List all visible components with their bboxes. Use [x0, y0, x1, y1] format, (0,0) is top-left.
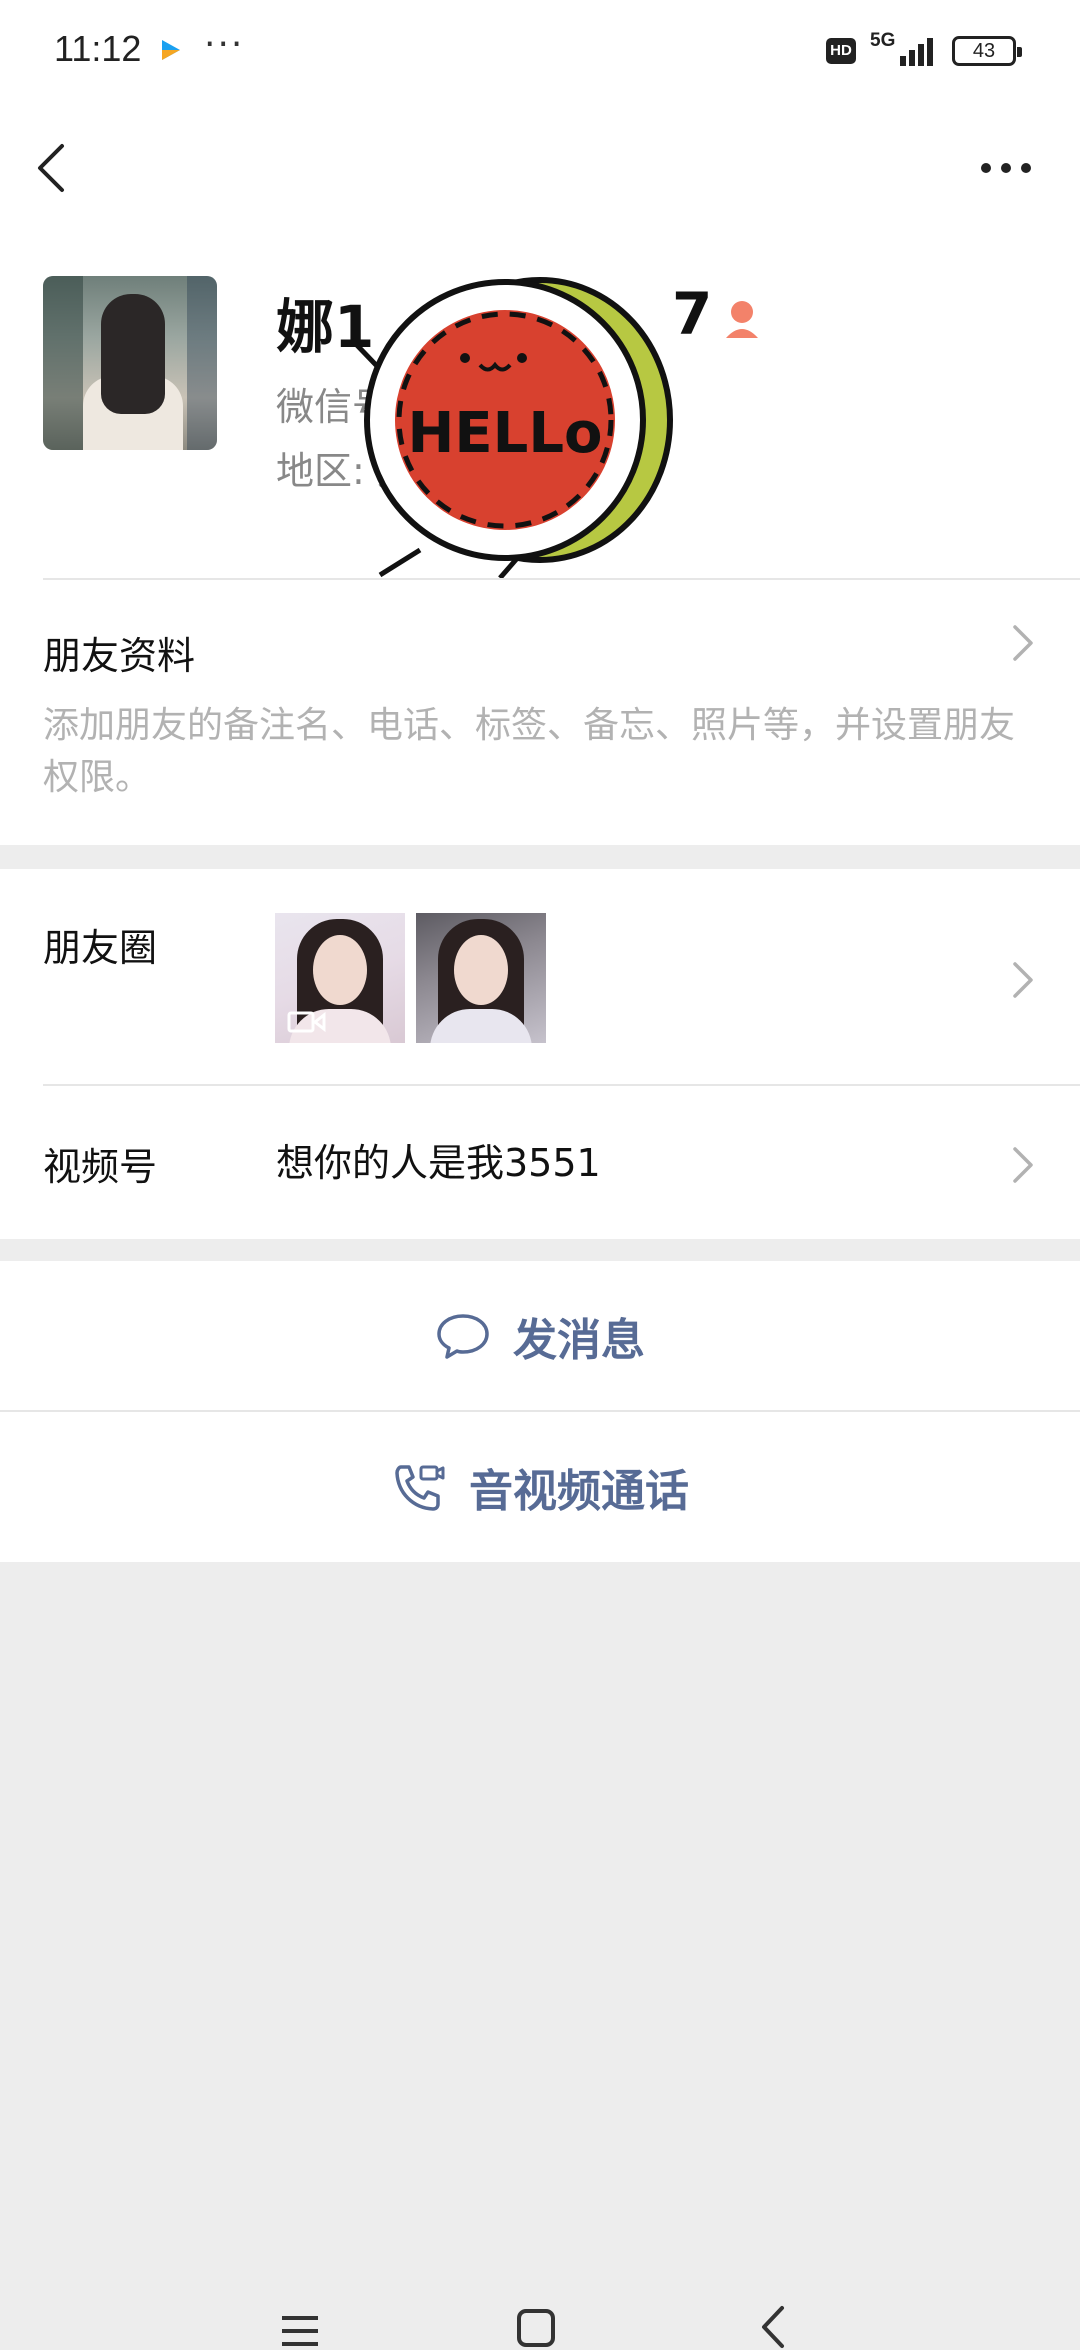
chevron-right-icon — [1013, 1147, 1033, 1183]
video-call-button[interactable]: 音视频通话 — [0, 1412, 1080, 1562]
video-icon — [287, 1011, 326, 1033]
channels-value: 想你的人是我3551 — [276, 1141, 601, 1185]
signal-icon — [900, 38, 933, 66]
nav-back-icon[interactable] — [760, 2304, 786, 2350]
moments-channels-section: 朋友圈 视频号 想你的人是我3551 — [0, 869, 1080, 1239]
friend-profile-title: 朋友资料 — [43, 634, 196, 678]
channels-row[interactable]: 视频号 想你的人是我3551 — [0, 1086, 1080, 1239]
avatar[interactable] — [43, 276, 217, 450]
chevron-right-icon — [1013, 962, 1033, 998]
hello-sticker: HELLo — [350, 277, 673, 580]
video-call-label: 音视频通话 — [469, 1466, 689, 1517]
gender-female-icon — [726, 301, 758, 338]
friend-profile-row[interactable]: 朋友资料 添加朋友的备注名、电话、标签、备忘、照片等，并设置朋友权限。 — [0, 580, 1080, 845]
app-notification-icon — [162, 40, 180, 60]
system-nav-bar — [0, 2290, 1080, 2350]
home-icon[interactable] — [516, 2308, 556, 2348]
more-options-icon[interactable] — [976, 150, 1036, 186]
status-bar: 11:12 ··· HD 5G 43 — [0, 0, 1080, 100]
moments-title: 朋友圈 — [43, 926, 158, 970]
chevron-right-icon — [1013, 625, 1033, 661]
status-time: 11:12 — [54, 28, 142, 69]
send-message-button[interactable]: 发消息 — [0, 1261, 1080, 1411]
network-type: 5G — [870, 30, 896, 51]
profile-header: 娜1 7 微信号 地区: 天津 西青 HELLo — [0, 100, 1080, 580]
phone-video-icon — [395, 1465, 445, 1511]
hd-icon: HD — [826, 38, 856, 64]
recent-apps-icon[interactable] — [280, 2314, 320, 2348]
sticker-text: HELLo — [408, 401, 603, 466]
send-message-label: 发消息 — [513, 1315, 645, 1366]
moments-thumbnail[interactable] — [275, 913, 405, 1043]
moments-row[interactable]: 朋友圈 — [0, 869, 1080, 1084]
status-more-icon: ··· — [204, 24, 245, 65]
channels-title: 视频号 — [43, 1145, 158, 1189]
moments-thumbnail[interactable] — [416, 913, 546, 1043]
friend-profile-description: 添加朋友的备注名、电话、标签、备忘、照片等，并设置朋友权限。 — [43, 705, 1016, 798]
back-icon[interactable] — [30, 140, 74, 196]
battery-icon: 43 — [952, 36, 1022, 66]
chat-bubble-icon — [437, 1314, 489, 1359]
